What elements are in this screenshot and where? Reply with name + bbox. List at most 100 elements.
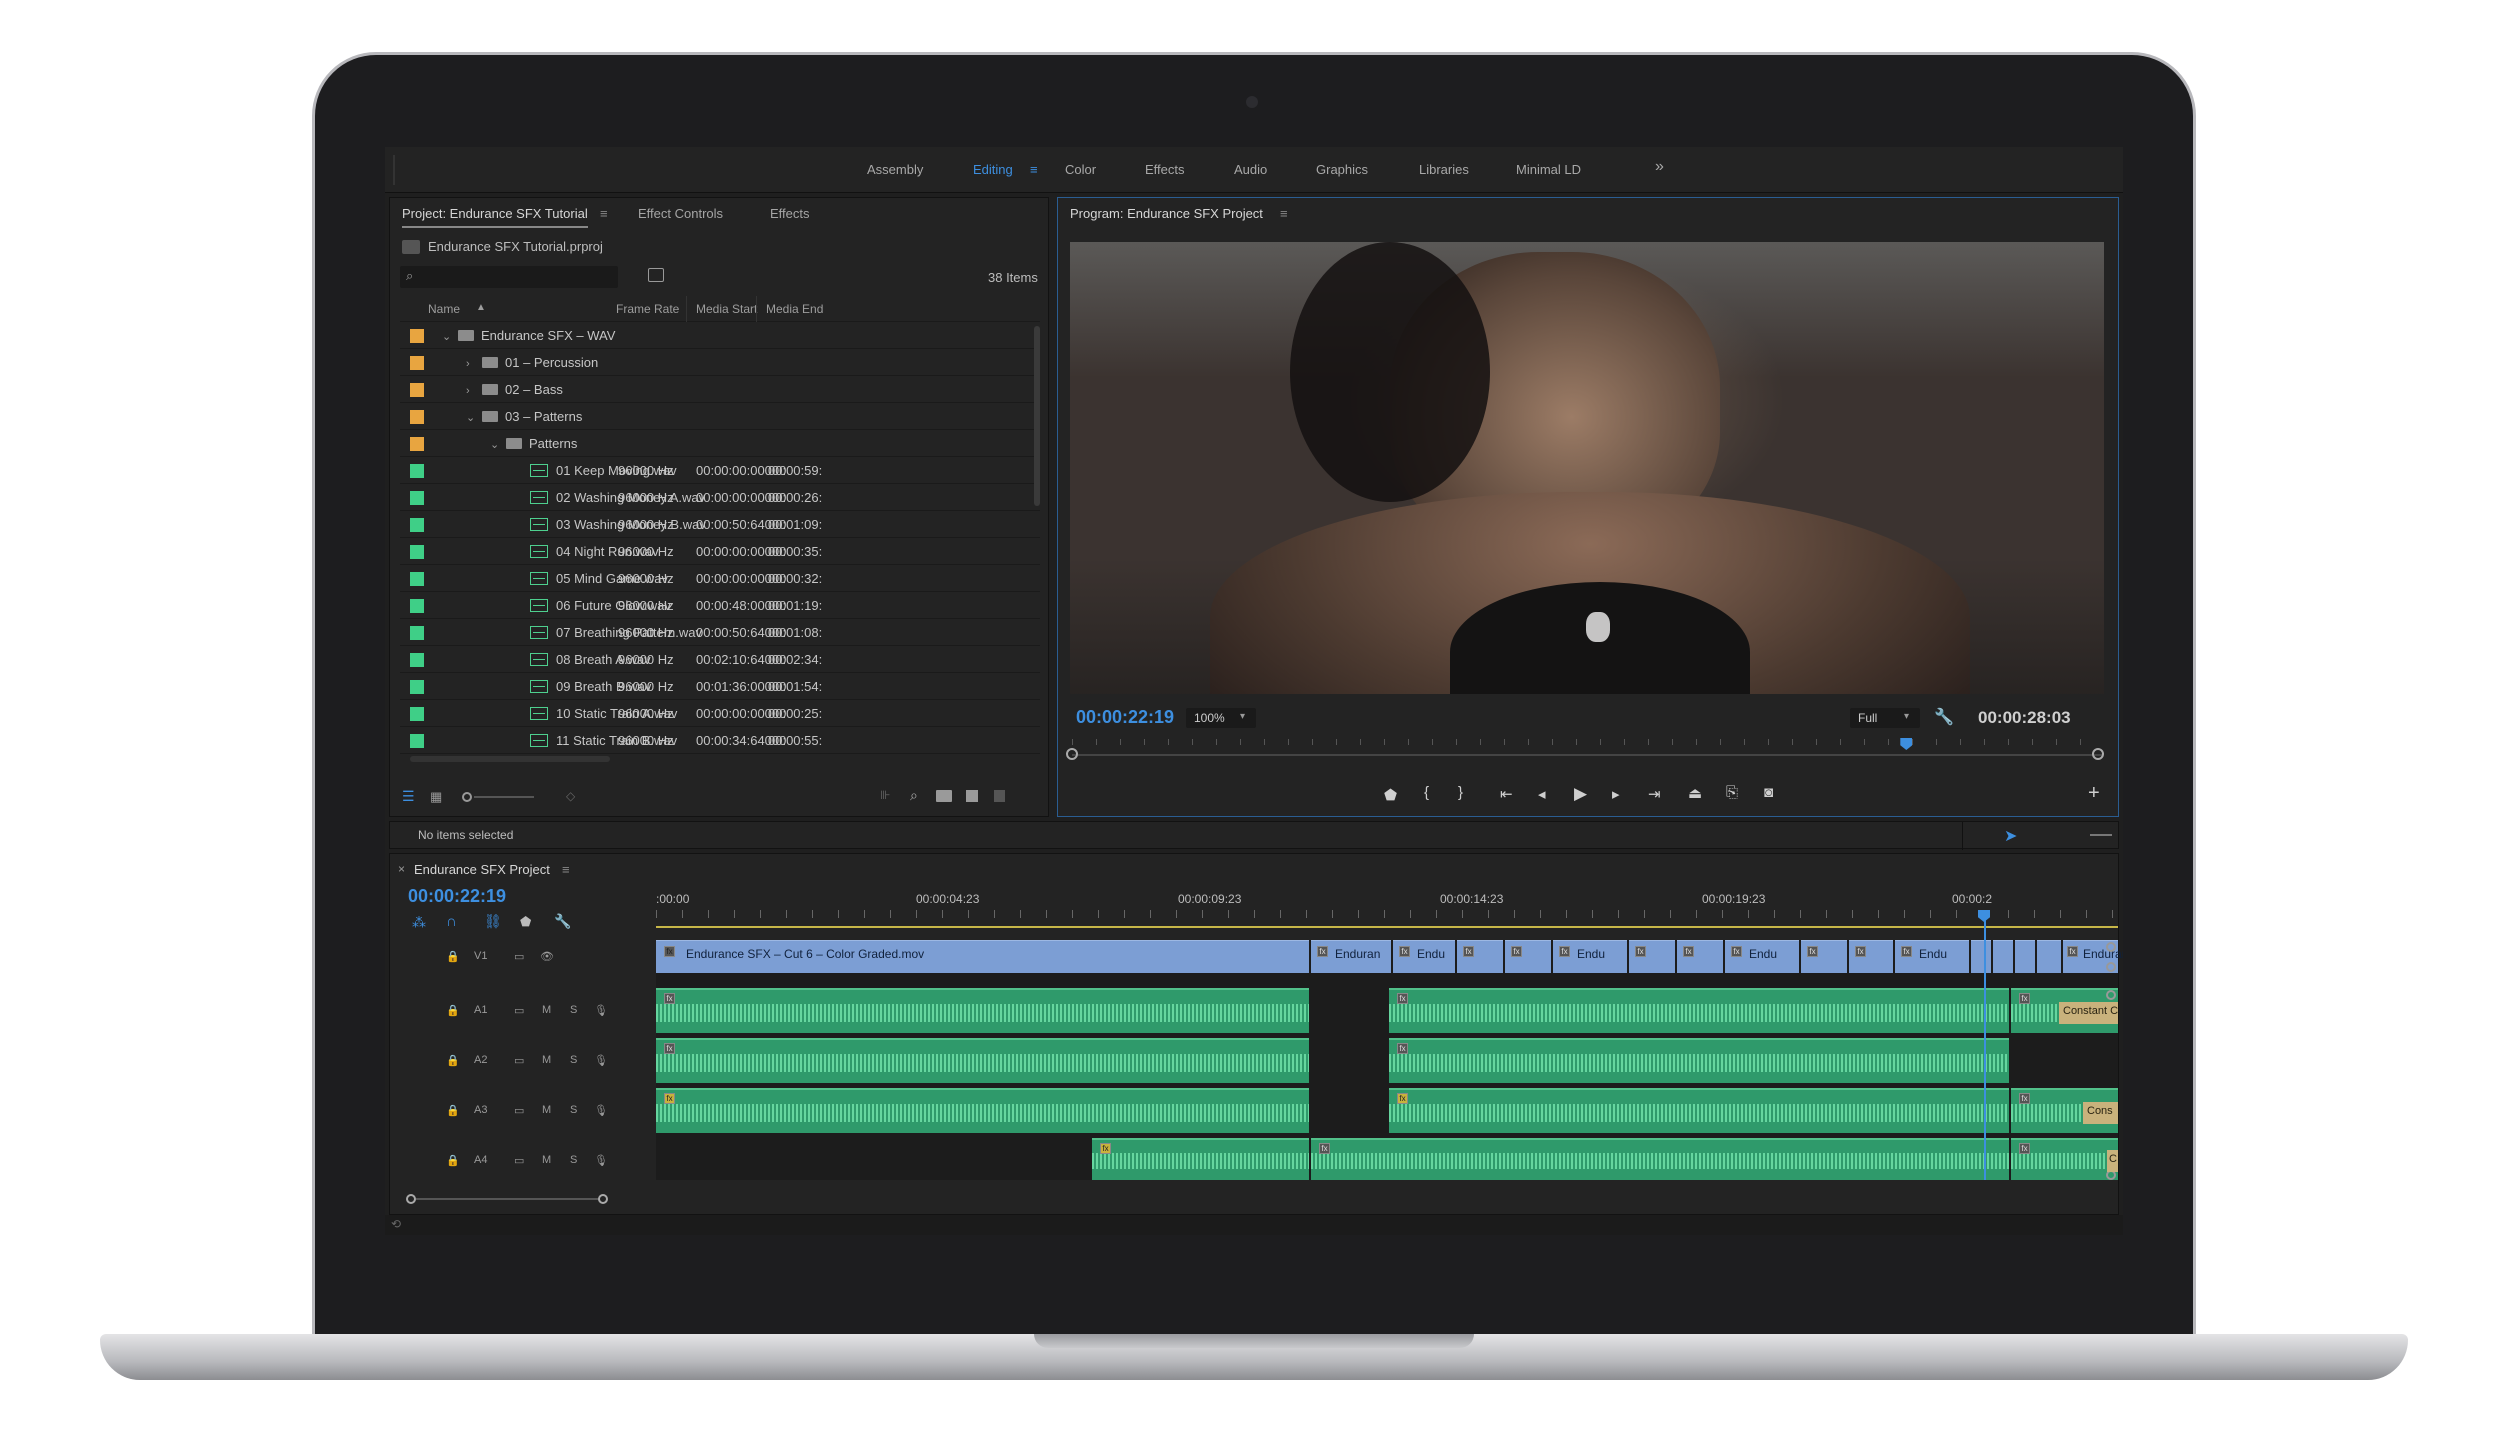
list-view-icon[interactable]: ☰ xyxy=(402,788,415,805)
project-folder-row[interactable]: › 02 – Bass xyxy=(400,376,1040,403)
audio-clip[interactable]: fx Constant C xyxy=(2011,988,2118,1033)
project-clip-row[interactable]: 10 Static Train A.wav 96000 Hz 00:00:00:00… xyxy=(400,700,1040,727)
workspace-overflow-button[interactable]: » xyxy=(1655,158,1664,176)
sequence-menu-icon[interactable]: ≡ xyxy=(562,862,570,877)
sync-lock-icon[interactable]: ▭ xyxy=(514,1054,524,1067)
time-ruler[interactable]: :00:00 00:00:04:23 00:00:09:23 00:00:14:23 0… xyxy=(656,888,2118,918)
column-media-start[interactable]: Media Start xyxy=(696,302,757,316)
label-color-swatch[interactable] xyxy=(410,572,424,586)
project-clip-row[interactable]: 09 Breath B.wav 96000 Hz 00:01:36:00000 00:… xyxy=(400,673,1040,700)
icon-view-icon[interactable]: ▦ xyxy=(430,789,442,805)
mute-button[interactable]: M xyxy=(542,1154,551,1166)
tab-effect-controls[interactable]: Effect Controls xyxy=(638,206,723,221)
lift-icon[interactable]: ⏏ xyxy=(1688,784,1702,802)
video-clip[interactable]: fx xyxy=(1677,940,1723,973)
project-folder-row[interactable]: ⌄ Patterns xyxy=(400,430,1040,457)
trash-icon[interactable] xyxy=(994,790,1005,802)
project-hscrollbar[interactable] xyxy=(410,756,610,762)
microphone-icon[interactable]: 🎙 xyxy=(594,1104,608,1117)
label-color-swatch[interactable] xyxy=(410,599,424,613)
chevron-down-icon[interactable]: ⌄ xyxy=(490,438,506,451)
audio-clip[interactable]: fx xyxy=(656,1038,1309,1083)
project-folder-row[interactable]: ⌄ 03 – Patterns xyxy=(400,403,1040,430)
program-playhead[interactable] xyxy=(1900,738,1913,750)
project-clip-row[interactable]: 04 Night Run.wav 96000 Hz 00:00:00:00000 00… xyxy=(400,538,1040,565)
find-icon[interactable]: ⌕ xyxy=(910,787,918,804)
mute-button[interactable]: M xyxy=(542,1004,551,1016)
quality-dropdown[interactable]: Full ▾ xyxy=(1850,708,1920,728)
label-color-swatch[interactable] xyxy=(410,626,424,640)
scrub-end-handle[interactable] xyxy=(2092,748,2104,760)
project-search-input[interactable]: ⌕ xyxy=(400,266,618,288)
mute-button[interactable]: M xyxy=(542,1054,551,1066)
export-frame-icon[interactable]: ◙ xyxy=(1764,784,1773,801)
audio-clip[interactable]: fx xyxy=(656,988,1309,1033)
video-clip[interactable]: fx xyxy=(1801,940,1847,973)
step-forward-icon[interactable]: ▸ xyxy=(1612,785,1620,803)
video-clip[interactable]: fx Endurance SFX – Cut 6 – Color Graded.… xyxy=(656,940,1309,973)
sync-icon[interactable]: ⟲ xyxy=(391,1217,401,1231)
program-video-frame[interactable] xyxy=(1070,242,2104,694)
label-color-swatch[interactable] xyxy=(410,734,424,748)
workspace-tab-libraries[interactable]: Libraries xyxy=(1419,162,1469,177)
zoom-slider-handle[interactable] xyxy=(462,792,472,802)
lock-icon[interactable]: 🔒 xyxy=(446,950,460,963)
audio-clip[interactable]: fx xyxy=(1389,1088,2009,1133)
program-current-time[interactable]: 00:00:22:19 xyxy=(1076,707,1174,728)
nest-icon[interactable]: ⁂ xyxy=(412,914,426,931)
solo-button[interactable]: S xyxy=(570,1104,577,1116)
go-to-out-icon[interactable]: ⇥ xyxy=(1648,785,1661,803)
play-icon[interactable]: ▶ xyxy=(1574,784,1587,804)
transition-constant-power[interactable]: Constant C xyxy=(2059,1002,2118,1024)
workspace-tab-minimal-ld[interactable]: Minimal LD xyxy=(1516,162,1581,177)
eye-icon[interactable]: 👁 xyxy=(540,950,554,963)
sync-lock-icon[interactable]: ▭ xyxy=(514,1104,524,1117)
button-editor-icon[interactable]: + xyxy=(2088,782,2100,805)
chevron-down-icon[interactable]: ⌄ xyxy=(442,330,458,343)
lock-icon[interactable]: 🔒 xyxy=(446,1104,460,1117)
new-bin-icon[interactable] xyxy=(936,790,952,802)
workspace-tab-effects[interactable]: Effects xyxy=(1145,162,1185,177)
mark-out-icon[interactable]: } xyxy=(1458,784,1463,801)
video-clip[interactable]: fx xyxy=(1457,940,1503,973)
video-clip[interactable]: fx xyxy=(1629,940,1675,973)
audio-clip[interactable]: fx xyxy=(1092,1138,1309,1180)
work-area-bar[interactable] xyxy=(656,926,2118,928)
video-clip[interactable]: fx Endu xyxy=(1393,940,1455,973)
video-clip[interactable] xyxy=(2015,940,2035,973)
label-color-swatch[interactable] xyxy=(410,518,424,532)
microphone-icon[interactable]: 🎙 xyxy=(594,1054,608,1067)
workspace-menu-icon[interactable]: ≡ xyxy=(1030,162,1038,177)
video-clip[interactable]: fx xyxy=(1505,940,1551,973)
label-color-swatch[interactable] xyxy=(410,410,424,424)
lock-icon[interactable]: 🔒 xyxy=(446,1154,460,1167)
project-clip-row[interactable]: 05 Mind Game.wav 96000 Hz 00:00:00:00000 00… xyxy=(400,565,1040,592)
extract-icon[interactable]: ⎘ xyxy=(1726,784,1738,801)
project-clip-row[interactable]: 07 Breathing Pattern.wav 96000 Hz 00:00:50… xyxy=(400,619,1040,646)
label-color-swatch[interactable] xyxy=(410,464,424,478)
video-clip[interactable] xyxy=(2037,940,2061,973)
project-clip-row[interactable]: 06 Future Glow.wav 96000 Hz 00:00:48:00000… xyxy=(400,592,1040,619)
chevron-right-icon[interactable]: › xyxy=(466,385,482,397)
project-folder-row[interactable]: ⌄ Endurance SFX – WAV xyxy=(400,322,1040,349)
close-icon[interactable]: × xyxy=(398,862,405,876)
audio-clip[interactable]: fx xyxy=(1311,1138,2009,1180)
audio-clip[interactable]: fx C xyxy=(2011,1138,2118,1180)
zoom-dropdown[interactable]: 100% ▾ xyxy=(1186,708,1256,728)
label-color-swatch[interactable] xyxy=(410,383,424,397)
timeline-zoom-start-handle[interactable] xyxy=(406,1194,416,1204)
lock-icon[interactable]: 🔒 xyxy=(446,1004,460,1017)
audio-clip[interactable]: fx Cons xyxy=(2011,1088,2118,1133)
video-clip[interactable] xyxy=(1971,940,1991,973)
tab-project[interactable]: Project: Endurance SFX Tutorial xyxy=(402,206,588,228)
go-to-in-icon[interactable]: ⇤ xyxy=(1500,785,1513,803)
chevron-down-icon[interactable]: ⌄ xyxy=(466,411,482,424)
automate-to-sequence-icon[interactable]: ⊪ xyxy=(880,788,890,802)
timeline-settings-icon[interactable]: 🔧 xyxy=(554,913,571,930)
sync-lock-icon[interactable]: ▭ xyxy=(514,950,524,963)
add-marker-icon[interactable]: ⬟ xyxy=(520,914,531,930)
video-clip[interactable] xyxy=(1993,940,2013,973)
step-back-icon[interactable]: ◂ xyxy=(1538,785,1546,803)
new-item-icon[interactable] xyxy=(966,790,978,802)
label-color-swatch[interactable] xyxy=(410,653,424,667)
